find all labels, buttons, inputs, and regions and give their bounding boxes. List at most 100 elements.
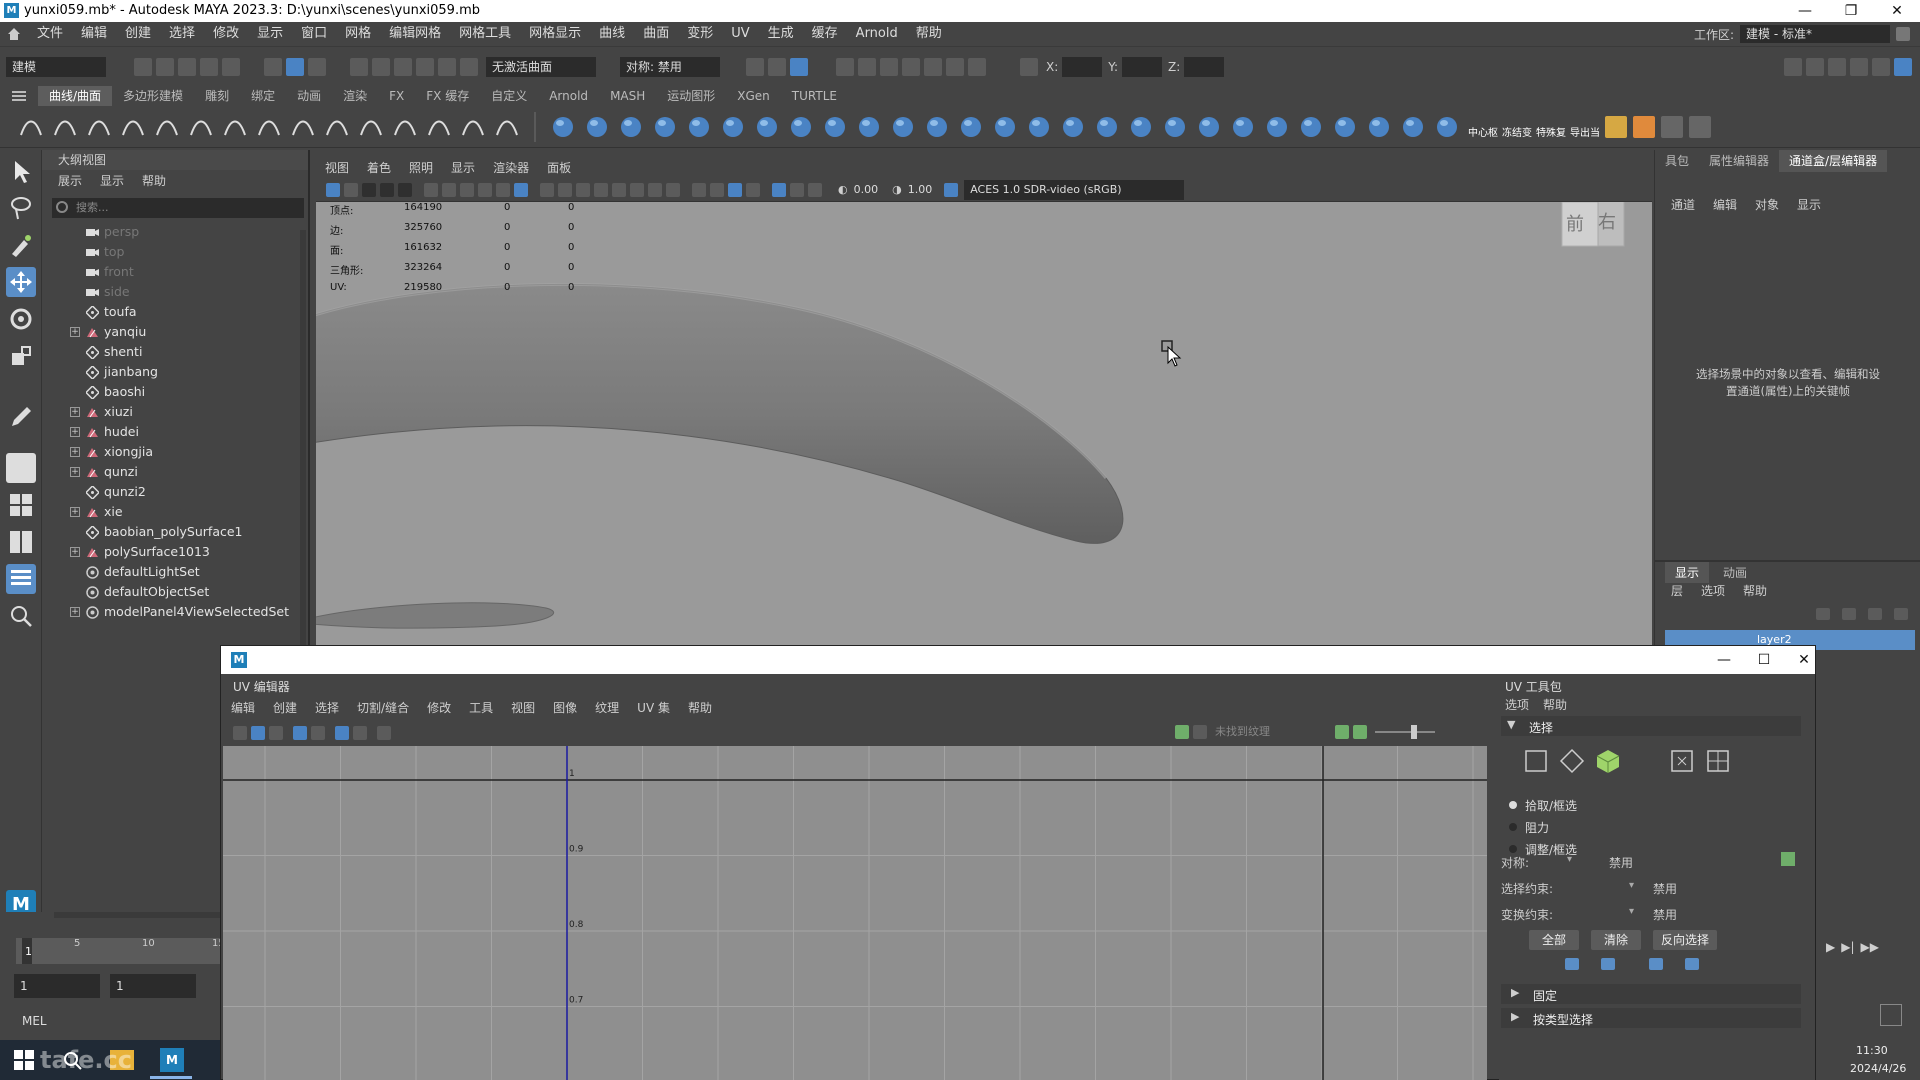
move-tool-icon[interactable] bbox=[5, 267, 36, 297]
layer-tab[interactable]: 显示 bbox=[1665, 562, 1710, 583]
transform-constraint-arrow[interactable]: ▾ bbox=[1629, 906, 1634, 917]
new-layer-selected-icon[interactable] bbox=[1894, 608, 1908, 620]
select-component-icon[interactable] bbox=[308, 57, 326, 76]
shelf-text-button[interactable]: 中心枢 bbox=[1466, 124, 1500, 139]
curve-cut-icon[interactable] bbox=[221, 113, 249, 141]
rebuild-surface-icon[interactable] bbox=[1399, 113, 1427, 141]
menu-item[interactable]: 网格 bbox=[336, 22, 380, 46]
windows-start-icon[interactable] bbox=[14, 1050, 34, 1070]
maximize-button[interactable]: ❐ bbox=[1828, 0, 1874, 22]
outliner-item[interactable]: defaultLightSet bbox=[42, 562, 308, 582]
shelf-tab[interactable]: 曲线/曲面 bbox=[38, 86, 113, 106]
shelf-tab[interactable]: 绑定 bbox=[240, 86, 286, 106]
attribute-editor-icon[interactable] bbox=[1828, 57, 1846, 76]
shelf-tab[interactable]: 雕刻 bbox=[194, 86, 240, 106]
revolve-icon[interactable] bbox=[787, 113, 815, 141]
pencil-curve-icon[interactable] bbox=[119, 113, 147, 141]
time-slider[interactable]: 1 5 10 15 bbox=[16, 938, 225, 964]
menu-item[interactable]: 编辑网格 bbox=[380, 22, 450, 46]
curve-join-icon[interactable] bbox=[255, 113, 283, 141]
gate-mask-icon[interactable] bbox=[496, 182, 510, 197]
arnold-render-icon[interactable] bbox=[946, 57, 964, 76]
uv-toolkit-menu-item[interactable]: 帮助 bbox=[1543, 696, 1567, 713]
shelf-tab[interactable]: 多边形建模 bbox=[112, 86, 194, 106]
minimize-button[interactable]: — bbox=[1782, 0, 1828, 22]
snap-grid-icon[interactable] bbox=[350, 57, 368, 76]
menu-item[interactable]: 窗口 bbox=[292, 22, 336, 46]
outliner-item[interactable]: baoshi bbox=[42, 382, 308, 402]
uv-menu-item[interactable]: 纹理 bbox=[595, 699, 619, 716]
snap-view-icon[interactable] bbox=[416, 57, 434, 76]
2d-pan-icon[interactable] bbox=[398, 182, 412, 197]
colorspace-dropdown[interactable]: ACES 1.0 SDR-video (sRGB) bbox=[964, 179, 1185, 200]
expand-toggle-icon[interactable]: + bbox=[70, 407, 80, 417]
menu-item[interactable]: 缓存 bbox=[803, 22, 847, 46]
radio-button[interactable] bbox=[1509, 801, 1517, 809]
outliner-item[interactable]: persp bbox=[42, 222, 308, 242]
menu-item[interactable]: 网格工具 bbox=[450, 22, 520, 46]
uv-shell-icon[interactable] bbox=[269, 726, 283, 740]
resolution-gate-icon[interactable] bbox=[478, 182, 492, 197]
loft-icon[interactable] bbox=[753, 113, 781, 141]
grid-icon[interactable] bbox=[442, 182, 456, 197]
exposure-toggle-icon[interactable] bbox=[1335, 725, 1349, 739]
uv-menu-item[interactable]: 选择 bbox=[315, 699, 339, 716]
layer-menu-item[interactable]: 层 bbox=[1671, 582, 1683, 599]
outliner-search-input[interactable]: 搜索... bbox=[52, 198, 304, 218]
render-settings-icon[interactable] bbox=[902, 57, 920, 76]
detach-surface-icon[interactable] bbox=[1263, 113, 1291, 141]
texture-dropdown[interactable]: 未找到纹理 bbox=[1209, 723, 1319, 741]
default-material-icon[interactable] bbox=[630, 182, 644, 197]
transform-mode-icon[interactable] bbox=[1020, 57, 1038, 76]
snap-surface-icon[interactable] bbox=[438, 57, 456, 76]
stitch-icon[interactable] bbox=[1161, 113, 1189, 141]
play-forward-icon[interactable]: ▶ bbox=[1826, 940, 1835, 954]
outliner-item[interactable]: baobian_polySurface1 bbox=[42, 522, 308, 542]
uv-menu-item[interactable]: 视图 bbox=[511, 699, 535, 716]
attach-surface-icon[interactable] bbox=[1229, 113, 1257, 141]
redo-icon[interactable] bbox=[222, 57, 240, 76]
cv-curve-icon[interactable] bbox=[85, 113, 113, 141]
menu-item[interactable]: UV bbox=[722, 22, 758, 46]
transform-constraint-value[interactable]: 禁用 bbox=[1653, 906, 1677, 923]
outliner-item[interactable]: + xiongjia bbox=[42, 442, 308, 462]
by-type-section-header[interactable]: ▶ 按类型选择 bbox=[1501, 1008, 1801, 1028]
color-management-icon[interactable] bbox=[944, 182, 959, 197]
archive-icon[interactable] bbox=[1605, 115, 1627, 138]
shelf-menu-icon[interactable] bbox=[12, 90, 26, 102]
right-panel-tab[interactable]: 具包 bbox=[1655, 150, 1699, 172]
sidebar-toggle-icon[interactable] bbox=[1784, 57, 1802, 76]
outliner-menu-item[interactable]: 帮助 bbox=[142, 172, 166, 189]
camera-attr-icon[interactable] bbox=[344, 182, 358, 197]
bookmark-icon[interactable] bbox=[362, 182, 376, 197]
film-gate-icon[interactable] bbox=[460, 182, 474, 197]
shrink-selection-icon[interactable] bbox=[1601, 958, 1615, 970]
symmetry-toggle-icon[interactable] bbox=[1781, 852, 1795, 866]
uv-isolate-icon[interactable] bbox=[251, 726, 265, 740]
shelf-tab[interactable]: 自定义 bbox=[480, 86, 538, 106]
expand-toggle-icon[interactable]: + bbox=[70, 507, 80, 517]
undo-icon[interactable] bbox=[200, 57, 218, 76]
project-curve-icon[interactable] bbox=[1059, 113, 1087, 141]
outliner-item[interactable]: + qunzi bbox=[42, 462, 308, 482]
menu-item[interactable]: 曲面 bbox=[634, 22, 678, 46]
uv-toolkit-menu-item[interactable]: 选项 bbox=[1505, 696, 1529, 713]
textured-icon[interactable] bbox=[648, 182, 662, 197]
expand-toggle-icon[interactable]: + bbox=[70, 427, 80, 437]
pencil-tool-icon[interactable] bbox=[6, 402, 36, 432]
uv-toggle-icon[interactable] bbox=[233, 726, 247, 740]
untrim-icon[interactable] bbox=[1127, 113, 1155, 141]
x-field[interactable] bbox=[1062, 56, 1103, 77]
hypershade-icon[interactable] bbox=[924, 57, 942, 76]
lock-icon[interactable] bbox=[1896, 27, 1910, 41]
outliner-item[interactable]: shenti bbox=[42, 342, 308, 362]
new-scene-icon[interactable] bbox=[134, 57, 152, 76]
shelf-tab[interactable]: 渲染 bbox=[332, 86, 378, 106]
four-view-icon[interactable] bbox=[6, 490, 36, 520]
outliner-item[interactable]: jianbang bbox=[42, 362, 308, 382]
planar-icon[interactable] bbox=[821, 113, 849, 141]
outliner-item[interactable]: + xiuzi bbox=[42, 402, 308, 422]
symmetry-dropdown-arrow[interactable]: ▾ bbox=[1567, 854, 1572, 865]
gamma-toggle-icon[interactable] bbox=[1353, 725, 1367, 739]
anim-start-field[interactable]: 1 bbox=[110, 974, 196, 998]
